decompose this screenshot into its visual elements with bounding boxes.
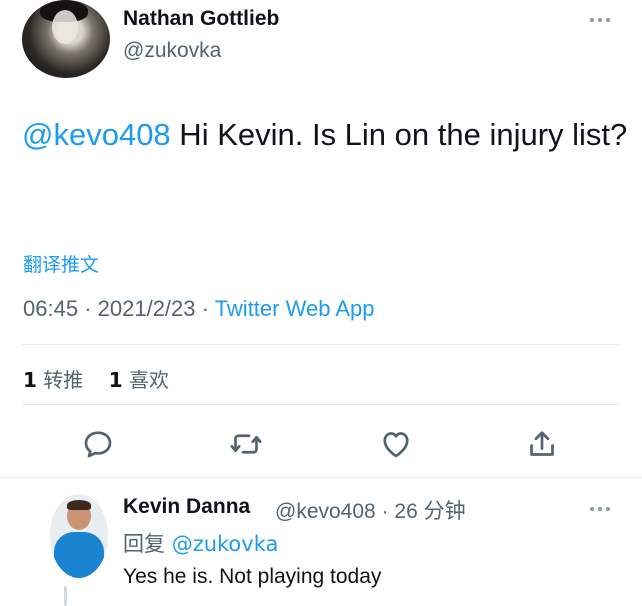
meta-separator: · xyxy=(381,500,389,523)
retweet-icon[interactable] xyxy=(228,426,264,462)
tweet-mention-link[interactable]: @kevo408 xyxy=(22,117,171,152)
author-name[interactable]: Nathan Gottlieb xyxy=(123,7,279,31)
tweet-meta: 06:45 · 2021/2/23 · Twitter Web App xyxy=(23,296,374,322)
likes-stat[interactable]: 1 喜欢 xyxy=(109,368,169,392)
tweet-text: @kevo408 Hi Kevin. Is Lin on the injury … xyxy=(22,112,632,158)
reply-to-label: 回复 xyxy=(123,532,165,556)
reply-author-avatar[interactable] xyxy=(50,494,108,578)
thread-line xyxy=(64,586,67,606)
meta-separator: · xyxy=(201,296,209,321)
tweet-time[interactable]: 06:45 xyxy=(23,296,78,321)
author-handle[interactable]: @zukovka xyxy=(123,39,221,63)
retweet-count: 1 xyxy=(23,368,37,392)
avatar-face xyxy=(52,10,78,44)
tweet-separator xyxy=(0,477,642,478)
reply-author-name[interactable]: Kevin Danna xyxy=(123,495,250,519)
reply-time[interactable]: 26 分钟 xyxy=(394,500,465,523)
author-avatar[interactable] xyxy=(22,0,110,78)
engagement-counts: 1 转推 1 喜欢 xyxy=(23,364,169,393)
reply-meta: @kevo408 · 26 分钟 xyxy=(275,495,466,525)
reply-text: Yes he is. Not playing today xyxy=(123,565,382,588)
tweet-body: Hi Kevin. Is Lin on the injury list? xyxy=(170,117,628,152)
avatar-shirt xyxy=(54,532,104,578)
reply-author-handle[interactable]: @kevo408 xyxy=(275,500,376,523)
like-label: 喜欢 xyxy=(129,368,169,392)
like-count: 1 xyxy=(108,368,123,392)
meta-separator: · xyxy=(84,296,92,321)
reply-more-options-icon[interactable] xyxy=(590,504,616,514)
avatar-hair xyxy=(67,500,91,510)
tweet-action-bar xyxy=(22,420,620,468)
retweet-label: 转推 xyxy=(43,368,84,392)
source-app-link[interactable]: Twitter Web App xyxy=(215,296,375,321)
divider xyxy=(22,344,620,345)
replying-to: 回复 @zukovka xyxy=(123,528,278,558)
divider xyxy=(22,404,620,405)
reply-icon[interactable] xyxy=(80,426,116,462)
share-icon[interactable] xyxy=(524,426,560,462)
reply-to-handle-link[interactable]: @zukovka xyxy=(172,532,279,556)
like-icon[interactable] xyxy=(378,426,414,462)
retweets-stat[interactable]: 1 转推 xyxy=(23,368,83,392)
more-options-icon[interactable] xyxy=(590,15,616,25)
tweet-date[interactable]: 2021/2/23 xyxy=(98,296,196,321)
translate-tweet-link[interactable]: 翻译推文 xyxy=(23,250,99,277)
